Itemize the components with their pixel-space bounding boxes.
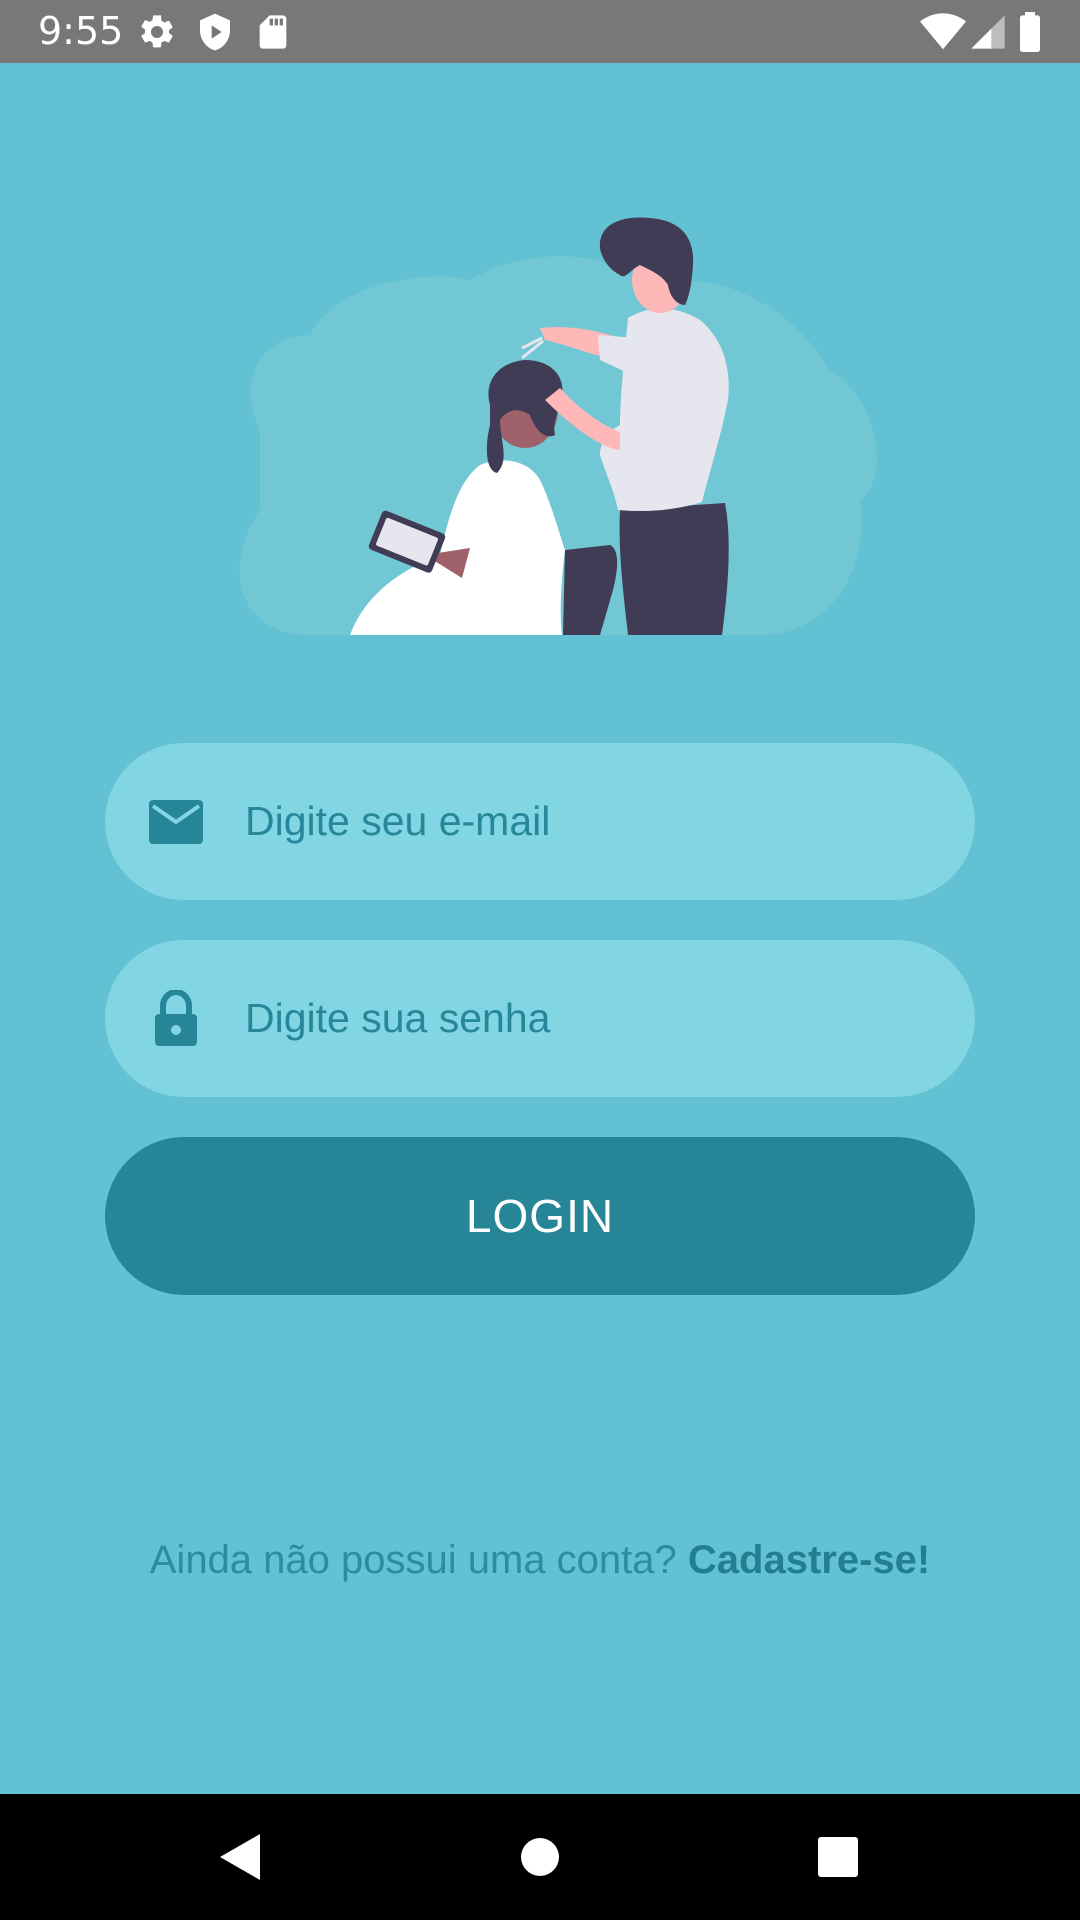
shield-play-icon [195,12,235,52]
signup-prompt-text: Ainda não possui uma conta? [149,1538,677,1582]
signup-prompt: Ainda não possui uma conta? Cadastre-se! [0,1534,1080,1586]
signup-link[interactable]: Cadastre-se! [688,1538,930,1582]
envelope-icon [148,794,204,850]
signal-icon [968,12,1008,52]
status-time: 9:55 [38,9,124,53]
login-button[interactable]: LOGIN [105,1137,975,1295]
settings-icon [137,12,177,52]
status-bar: 9:55 [0,0,1080,63]
lock-icon [148,989,204,1047]
email-field[interactable] [105,743,975,900]
home-icon[interactable] [510,1827,570,1887]
password-input[interactable] [245,940,925,1097]
wifi-icon [920,12,966,52]
email-input[interactable] [245,743,925,900]
navigation-bar [0,1794,1080,1920]
password-field[interactable] [105,940,975,1097]
sd-card-icon [253,12,293,52]
recents-icon[interactable] [808,1827,868,1887]
barber-illustration [200,210,890,640]
back-icon[interactable] [209,1827,269,1887]
battery-icon [1012,12,1048,52]
